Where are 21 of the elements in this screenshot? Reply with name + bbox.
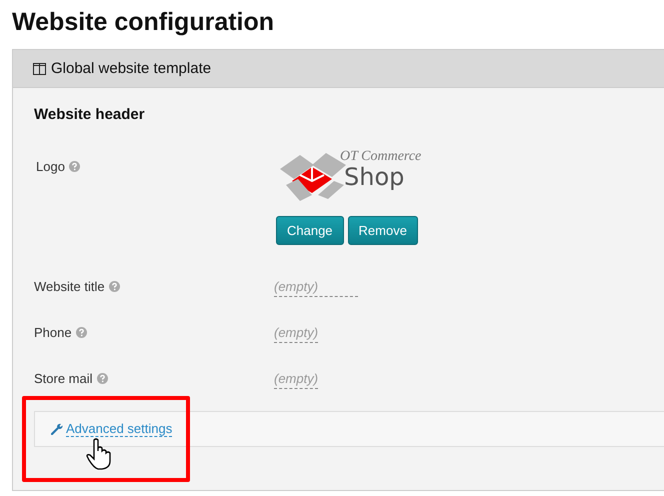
page-title: Website configuration (11, 7, 276, 38)
editable-value[interactable]: (empty) (274, 279, 358, 297)
advanced-settings-link[interactable]: Advanced settings (66, 421, 172, 437)
editable-value[interactable]: (empty) (274, 371, 318, 389)
panel-title: Global website template (51, 60, 212, 77)
help-icon[interactable] (108, 281, 120, 292)
help-icon[interactable] (96, 373, 108, 384)
remove-button[interactable]: Remove (348, 216, 418, 245)
editable-value[interactable]: (empty) (274, 325, 318, 343)
field-label: Logo (36, 159, 65, 174)
logo-tagline: OT Commerce (340, 149, 422, 165)
wrench-icon (51, 423, 63, 435)
section-title: Website header (34, 106, 146, 123)
help-icon[interactable] (68, 161, 80, 172)
logo-wordmark: Shop (344, 165, 406, 189)
change-button[interactable]: Change (276, 216, 344, 245)
field-label: Store mail (34, 371, 93, 386)
columns-icon (33, 62, 46, 74)
field-label: Website title (34, 279, 105, 294)
field-label: Phone (34, 325, 72, 340)
help-icon[interactable] (76, 327, 87, 338)
